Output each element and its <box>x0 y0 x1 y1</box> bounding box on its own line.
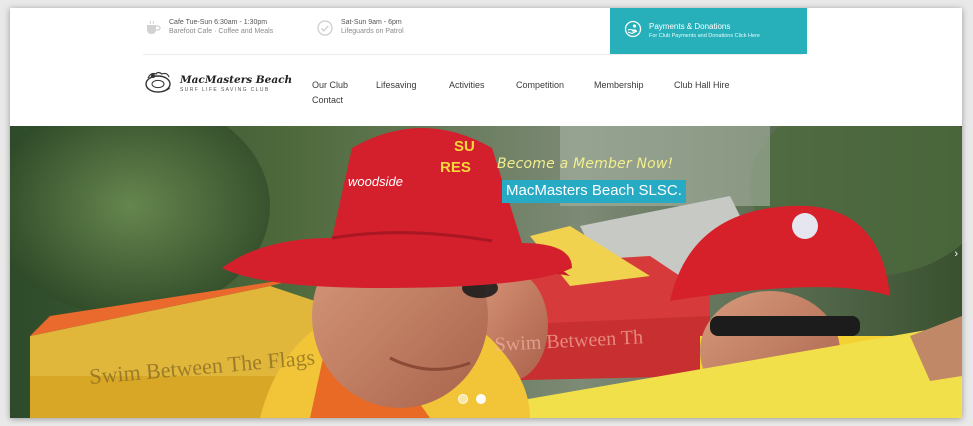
payments-title: Payments & Donations <box>649 22 731 31</box>
nav-item-lifesaving[interactable]: Lifesaving <box>376 80 417 90</box>
nav-item-competition[interactable]: Competition <box>516 80 564 90</box>
slider-dots <box>458 394 486 404</box>
logo-tagline: SURF LIFE SAVING CLUB <box>180 87 270 93</box>
patrol-hours-line2: Lifeguards on Patrol <box>341 28 404 35</box>
nav-item-activities[interactable]: Activities <box>449 80 485 90</box>
check-circle-icon <box>315 18 335 38</box>
logo-name: MacMasters Beach <box>180 74 293 86</box>
cafe-hours: Cafe Tue-Sun 6:30am - 1:30pm Barefoot Ca… <box>143 18 273 38</box>
cafe-hours-line1: Cafe Tue-Sun 6:30am - 1:30pm <box>169 19 268 26</box>
patrol-hours-line1: Sat-Sun 9am - 6pm <box>341 19 402 26</box>
lifesaver-logo-icon <box>144 70 174 99</box>
browser-viewport: Cafe Tue-Sun 6:30am - 1:30pm Barefoot Ca… <box>10 8 962 418</box>
header-divider <box>143 54 803 55</box>
nav-item-membership[interactable]: Membership <box>594 80 644 90</box>
cap-text-res: RES <box>440 159 471 176</box>
patrol-hours: Sat-Sun 9am - 6pm Lifeguards on Patrol <box>315 18 404 38</box>
slider-next-arrow[interactable]: › <box>954 248 958 260</box>
hero-title: MacMasters Beach SLSC. <box>502 180 686 203</box>
site-logo[interactable]: MacMasters Beach SURF LIFE SAVING CLUB <box>144 70 292 99</box>
coffee-cup-icon <box>143 18 163 38</box>
cap-text-su: SU <box>454 138 475 155</box>
donation-icon <box>624 20 642 43</box>
hero-slider: woodside SU RES Swim Between The Flags S… <box>10 126 962 418</box>
cafe-hours-line2: Barefoot Cafe · Coffee and Meals <box>169 28 274 35</box>
payments-donations-button[interactable]: Payments & Donations For Club Payments a… <box>610 8 807 54</box>
nav-item-contact[interactable]: Contact <box>312 95 343 105</box>
hero-tagline: Become a Member Now! <box>497 156 674 172</box>
hero-photo: woodside SU RES Swim Between The Flags S… <box>10 126 962 418</box>
nav-item-club-hall-hire[interactable]: Club Hall Hire <box>674 80 730 90</box>
nav-item-our-club[interactable]: Our Club <box>312 80 348 90</box>
top-info-bar: Cafe Tue-Sun 6:30am - 1:30pm Barefoot Ca… <box>10 8 962 54</box>
slider-dot-1[interactable] <box>458 394 468 404</box>
payments-subtitle: For Club Payments and Donations Click He… <box>649 33 760 39</box>
slider-dot-2[interactable] <box>476 394 486 404</box>
cap-sponsor-text: woodside <box>348 174 403 189</box>
